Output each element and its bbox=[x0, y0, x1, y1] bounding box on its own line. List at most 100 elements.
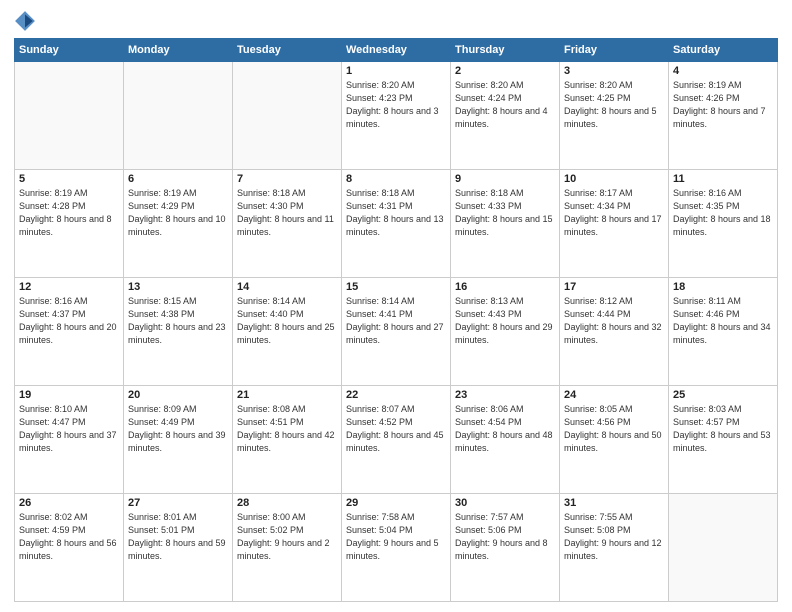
day-number: 30 bbox=[455, 497, 555, 509]
day-number: 28 bbox=[237, 497, 337, 509]
calendar-cell bbox=[15, 62, 124, 170]
calendar-cell: 1 Sunrise: 8:20 AM Sunset: 4:23 PM Daylig… bbox=[342, 62, 451, 170]
day-header-sunday: Sunday bbox=[15, 39, 124, 62]
days-header-row: SundayMondayTuesdayWednesdayThursdayFrid… bbox=[15, 39, 778, 62]
calendar-cell: 7 Sunrise: 8:18 AM Sunset: 4:30 PM Daylig… bbox=[233, 170, 342, 278]
day-number: 5 bbox=[19, 173, 119, 185]
day-number: 26 bbox=[19, 497, 119, 509]
day-info: Sunrise: 8:02 AM Sunset: 4:59 PM Dayligh… bbox=[19, 511, 119, 563]
day-info: Sunrise: 8:18 AM Sunset: 4:30 PM Dayligh… bbox=[237, 187, 337, 239]
day-number: 3 bbox=[564, 65, 664, 77]
calendar-cell: 15Sunrise: 8:14 AM Sunset: 4:41 PM Dayli… bbox=[342, 278, 451, 386]
calendar-cell: 3 Sunrise: 8:20 AM Sunset: 4:25 PM Daylig… bbox=[560, 62, 669, 170]
day-number: 25 bbox=[673, 389, 773, 401]
day-info: Sunrise: 8:19 AM Sunset: 4:29 PM Dayligh… bbox=[128, 187, 228, 239]
day-info: Sunrise: 8:18 AM Sunset: 4:31 PM Dayligh… bbox=[346, 187, 446, 239]
day-number: 14 bbox=[237, 281, 337, 293]
day-info: Sunrise: 8:13 AM Sunset: 4:43 PM Dayligh… bbox=[455, 295, 555, 347]
day-number: 2 bbox=[455, 65, 555, 77]
day-info: Sunrise: 8:12 AM Sunset: 4:44 PM Dayligh… bbox=[564, 295, 664, 347]
day-number: 22 bbox=[346, 389, 446, 401]
calendar-cell: 13 Sunrise: 8:15 AM Sunset: 4:38 PM Dayli… bbox=[124, 278, 233, 386]
day-info: Sunrise: 7:57 AM Sunset: 5:06 PM Dayligh… bbox=[455, 511, 555, 563]
day-number: 31 bbox=[564, 497, 664, 509]
day-number: 9 bbox=[455, 173, 555, 185]
day-info: Sunrise: 8:20 AM Sunset: 4:23 PM Dayligh… bbox=[346, 79, 446, 131]
calendar-cell: 16 Sunrise: 8:13 AM Sunset: 4:43 PM Dayli… bbox=[451, 278, 560, 386]
calendar-page: SundayMondayTuesdayWednesdayThursdayFrid… bbox=[0, 0, 792, 612]
day-info: Sunrise: 8:20 AM Sunset: 4:24 PM Dayligh… bbox=[455, 79, 555, 131]
day-number: 29 bbox=[346, 497, 446, 509]
day-number: 8 bbox=[346, 173, 446, 185]
calendar-cell: 17 Sunrise: 8:12 AM Sunset: 4:44 PM Dayli… bbox=[560, 278, 669, 386]
calendar-cell: 8 Sunrise: 8:18 AM Sunset: 4:31 PM Daylig… bbox=[342, 170, 451, 278]
calendar-cell: 23Sunrise: 8:06 AM Sunset: 4:54 PM Dayli… bbox=[451, 386, 560, 494]
day-info: Sunrise: 7:58 AM Sunset: 5:04 PM Dayligh… bbox=[346, 511, 446, 563]
week-row-5: 26 Sunrise: 8:02 AM Sunset: 4:59 PM Dayli… bbox=[15, 494, 778, 602]
day-number: 18 bbox=[673, 281, 773, 293]
calendar-cell: 25 Sunrise: 8:03 AM Sunset: 4:57 PM Dayli… bbox=[669, 386, 778, 494]
calendar-cell: 6Sunrise: 8:19 AM Sunset: 4:29 PM Daylig… bbox=[124, 170, 233, 278]
calendar-table: SundayMondayTuesdayWednesdayThursdayFrid… bbox=[14, 38, 778, 602]
calendar-cell: 10Sunrise: 8:17 AM Sunset: 4:34 PM Dayli… bbox=[560, 170, 669, 278]
calendar-cell: 11Sunrise: 8:16 AM Sunset: 4:35 PM Dayli… bbox=[669, 170, 778, 278]
day-info: Sunrise: 8:08 AM Sunset: 4:51 PM Dayligh… bbox=[237, 403, 337, 455]
day-header-saturday: Saturday bbox=[669, 39, 778, 62]
calendar-cell: 21 Sunrise: 8:08 AM Sunset: 4:51 PM Dayli… bbox=[233, 386, 342, 494]
calendar-cell: 14Sunrise: 8:14 AM Sunset: 4:40 PM Dayli… bbox=[233, 278, 342, 386]
calendar-cell: 27 Sunrise: 8:01 AM Sunset: 5:01 PM Dayli… bbox=[124, 494, 233, 602]
day-number: 19 bbox=[19, 389, 119, 401]
day-number: 1 bbox=[346, 65, 446, 77]
day-number: 20 bbox=[128, 389, 228, 401]
calendar-cell bbox=[233, 62, 342, 170]
calendar-cell: 30 Sunrise: 7:57 AM Sunset: 5:06 PM Dayli… bbox=[451, 494, 560, 602]
day-header-wednesday: Wednesday bbox=[342, 39, 451, 62]
day-number: 24 bbox=[564, 389, 664, 401]
calendar-cell: 18Sunrise: 8:11 AM Sunset: 4:46 PM Dayli… bbox=[669, 278, 778, 386]
calendar-cell: 29 Sunrise: 7:58 AM Sunset: 5:04 PM Dayli… bbox=[342, 494, 451, 602]
calendar-cell: 22 Sunrise: 8:07 AM Sunset: 4:52 PM Dayli… bbox=[342, 386, 451, 494]
week-row-3: 12 Sunrise: 8:16 AM Sunset: 4:37 PM Dayli… bbox=[15, 278, 778, 386]
calendar-cell: 19Sunrise: 8:10 AM Sunset: 4:47 PM Dayli… bbox=[15, 386, 124, 494]
day-number: 15 bbox=[346, 281, 446, 293]
day-info: Sunrise: 8:20 AM Sunset: 4:25 PM Dayligh… bbox=[564, 79, 664, 131]
header bbox=[14, 10, 778, 32]
day-number: 17 bbox=[564, 281, 664, 293]
calendar-cell: 4 Sunrise: 8:19 AM Sunset: 4:26 PM Daylig… bbox=[669, 62, 778, 170]
logo bbox=[14, 10, 39, 32]
calendar-cell: 12 Sunrise: 8:16 AM Sunset: 4:37 PM Dayli… bbox=[15, 278, 124, 386]
calendar-cell: 5Sunrise: 8:19 AM Sunset: 4:28 PM Daylig… bbox=[15, 170, 124, 278]
day-number: 11 bbox=[673, 173, 773, 185]
day-number: 27 bbox=[128, 497, 228, 509]
day-info: Sunrise: 8:15 AM Sunset: 4:38 PM Dayligh… bbox=[128, 295, 228, 347]
day-header-friday: Friday bbox=[560, 39, 669, 62]
day-number: 21 bbox=[237, 389, 337, 401]
calendar-cell: 24 Sunrise: 8:05 AM Sunset: 4:56 PM Dayli… bbox=[560, 386, 669, 494]
day-info: Sunrise: 8:19 AM Sunset: 4:26 PM Dayligh… bbox=[673, 79, 773, 131]
day-header-thursday: Thursday bbox=[451, 39, 560, 62]
day-info: Sunrise: 8:17 AM Sunset: 4:34 PM Dayligh… bbox=[564, 187, 664, 239]
logo-icon bbox=[14, 10, 36, 32]
day-number: 4 bbox=[673, 65, 773, 77]
day-info: Sunrise: 8:09 AM Sunset: 4:49 PM Dayligh… bbox=[128, 403, 228, 455]
day-number: 16 bbox=[455, 281, 555, 293]
day-info: Sunrise: 8:07 AM Sunset: 4:52 PM Dayligh… bbox=[346, 403, 446, 455]
day-info: Sunrise: 8:06 AM Sunset: 4:54 PM Dayligh… bbox=[455, 403, 555, 455]
week-row-2: 5Sunrise: 8:19 AM Sunset: 4:28 PM Daylig… bbox=[15, 170, 778, 278]
calendar-cell bbox=[124, 62, 233, 170]
day-header-tuesday: Tuesday bbox=[233, 39, 342, 62]
day-info: Sunrise: 8:00 AM Sunset: 5:02 PM Dayligh… bbox=[237, 511, 337, 563]
week-row-4: 19Sunrise: 8:10 AM Sunset: 4:47 PM Dayli… bbox=[15, 386, 778, 494]
day-number: 13 bbox=[128, 281, 228, 293]
day-info: Sunrise: 8:03 AM Sunset: 4:57 PM Dayligh… bbox=[673, 403, 773, 455]
calendar-cell: 28 Sunrise: 8:00 AM Sunset: 5:02 PM Dayli… bbox=[233, 494, 342, 602]
day-info: Sunrise: 8:01 AM Sunset: 5:01 PM Dayligh… bbox=[128, 511, 228, 563]
day-info: Sunrise: 8:16 AM Sunset: 4:37 PM Dayligh… bbox=[19, 295, 119, 347]
day-info: Sunrise: 8:05 AM Sunset: 4:56 PM Dayligh… bbox=[564, 403, 664, 455]
calendar-cell: 20 Sunrise: 8:09 AM Sunset: 4:49 PM Dayli… bbox=[124, 386, 233, 494]
day-number: 7 bbox=[237, 173, 337, 185]
calendar-cell: 31Sunrise: 7:55 AM Sunset: 5:08 PM Dayli… bbox=[560, 494, 669, 602]
calendar-cell: 2 Sunrise: 8:20 AM Sunset: 4:24 PM Daylig… bbox=[451, 62, 560, 170]
day-number: 12 bbox=[19, 281, 119, 293]
day-header-monday: Monday bbox=[124, 39, 233, 62]
